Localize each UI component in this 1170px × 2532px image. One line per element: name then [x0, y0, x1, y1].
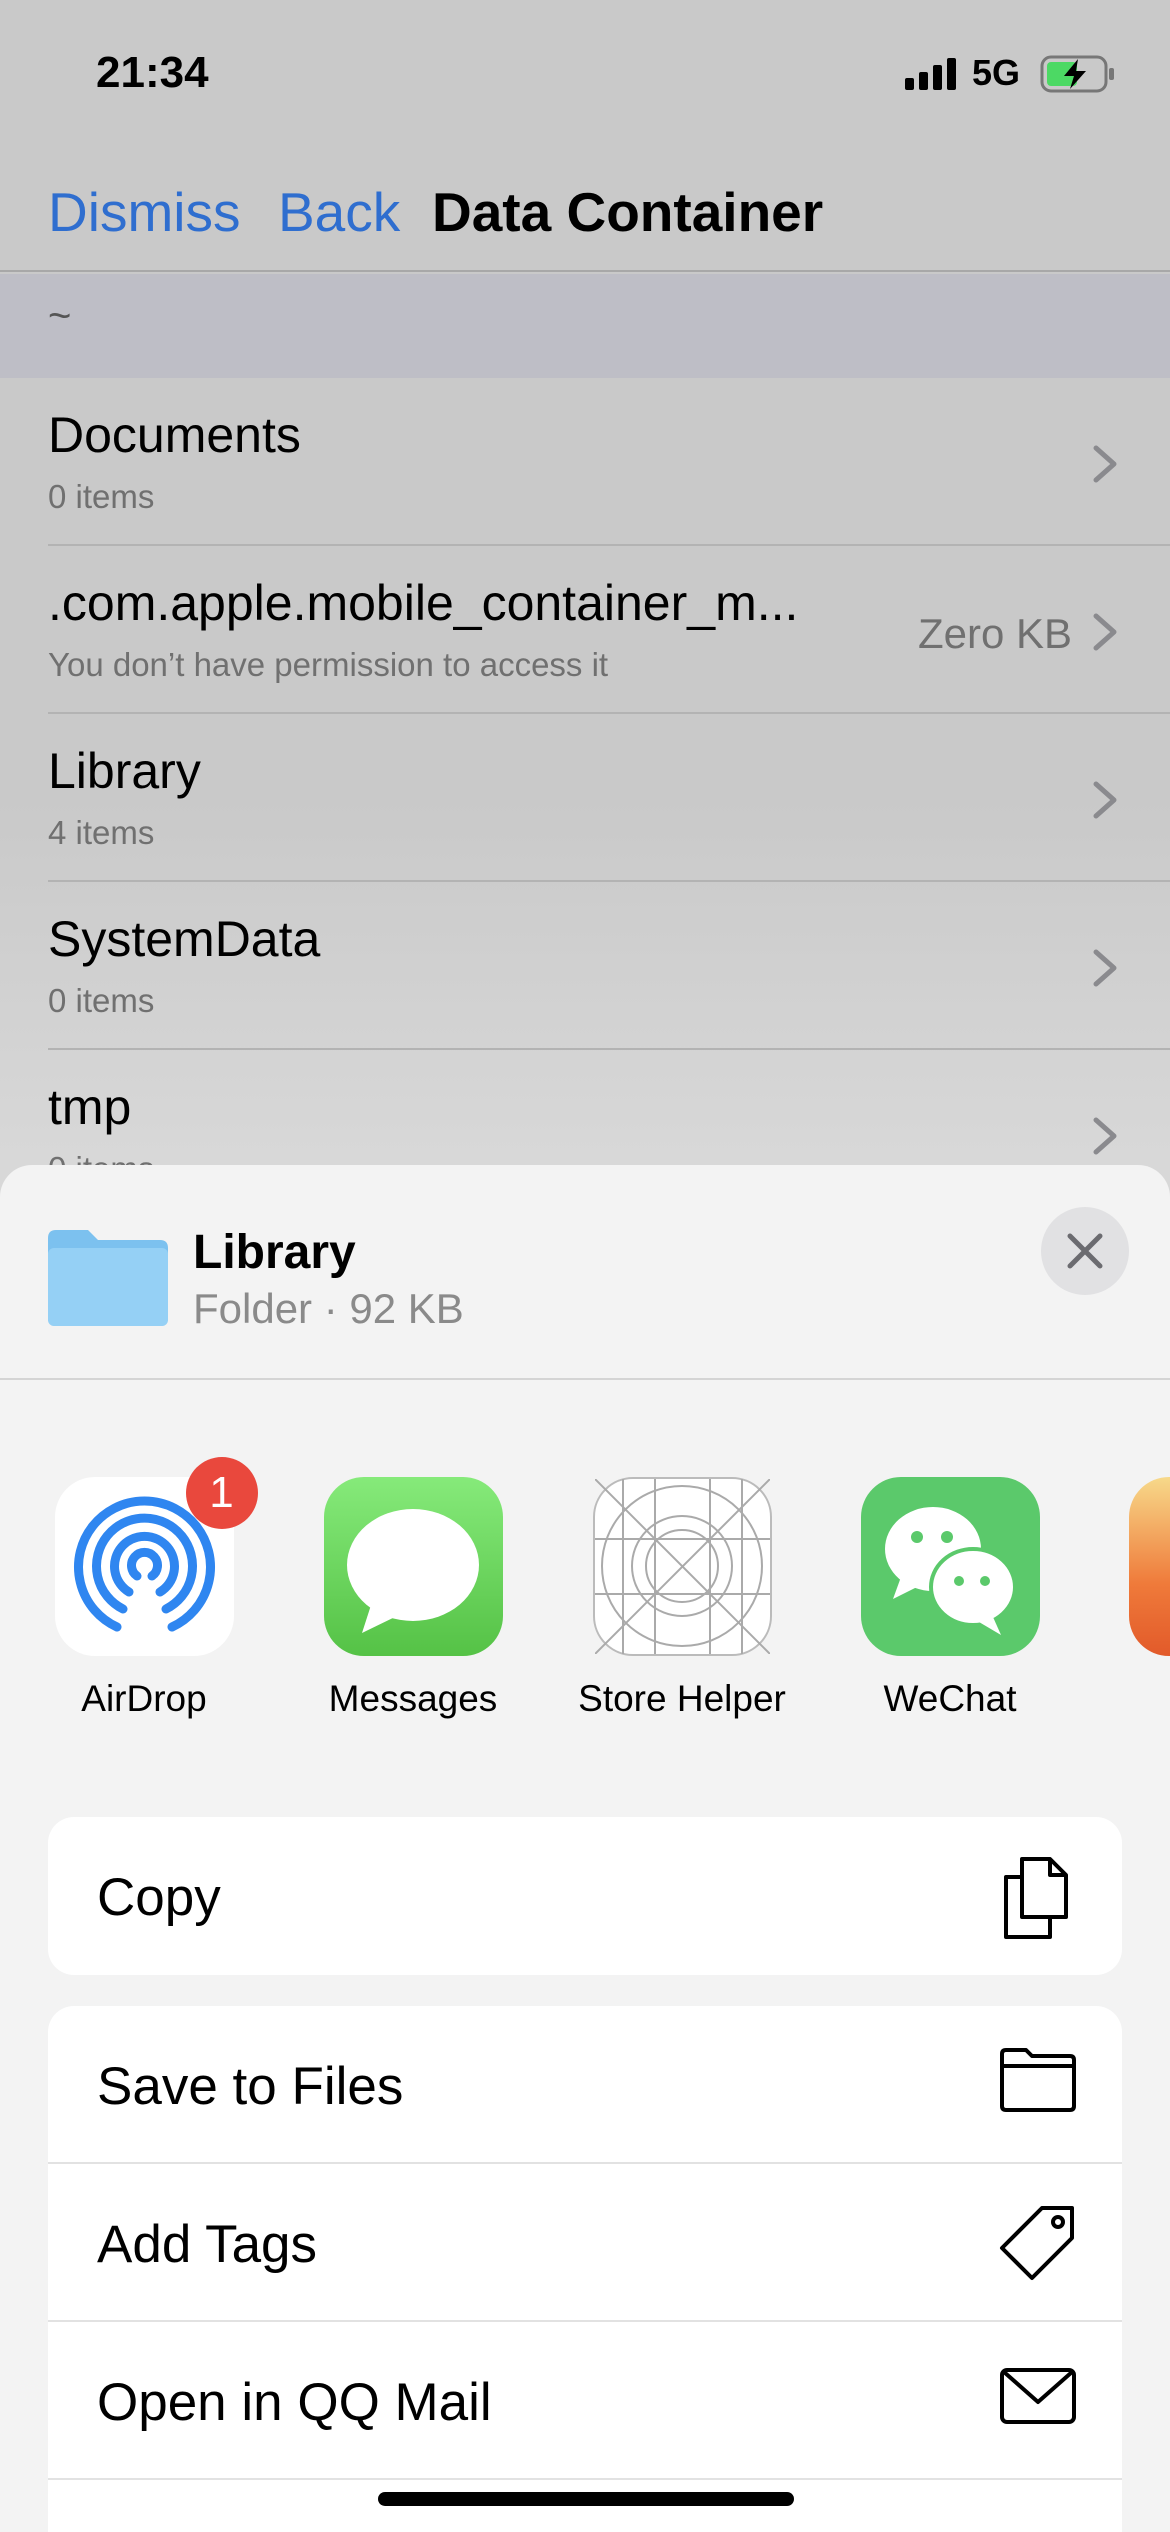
share-app-messages[interactable]: Messages	[293, 1477, 533, 1720]
app-label: Messages	[328, 1678, 498, 1719]
folder-icon	[1000, 2048, 1076, 2112]
share-app-store-helper[interactable]: Store Helper	[562, 1477, 802, 1720]
share-app-airdrop[interactable]: 1 AirDrop	[24, 1457, 264, 1720]
action-group-main: Save to Files Add Tags Open in QQ Mail	[48, 2006, 1122, 2532]
action-open-in-qq-mail[interactable]: Open in QQ Mail	[48, 2322, 1122, 2480]
share-sheet: Library Folder · 92 KB 1 AirDrop Message…	[0, 1165, 1170, 2532]
action-label: Save to Files	[97, 2057, 404, 2116]
folder-icon	[48, 1230, 168, 1326]
path-header: ~	[0, 274, 1170, 378]
file-row[interactable]: .com.apple.mobile_container_m... You don…	[0, 546, 1170, 714]
file-row[interactable]: SystemData 0 items	[0, 882, 1170, 1050]
chevron-right-icon	[1093, 949, 1117, 987]
battery-charging-icon	[1040, 55, 1114, 93]
airdrop-icon: 1	[54, 1457, 258, 1656]
clock: 21:34	[96, 48, 209, 97]
item-title: Library	[193, 1226, 356, 1279]
chevron-right-icon	[1093, 445, 1117, 483]
tag-icon	[1000, 2206, 1074, 2280]
share-sheet-header: Library Folder · 92 KB	[0, 1165, 1170, 1380]
share-app-wechat[interactable]: WeChat	[830, 1477, 1070, 1720]
action-copy[interactable]: Copy	[48, 1817, 1122, 1975]
action-group-copy: Copy	[48, 1817, 1122, 1975]
file-name: Documents	[48, 407, 301, 463]
action-more[interactable]	[48, 2480, 1122, 2532]
close-button[interactable]	[1041, 1207, 1129, 1295]
file-detail: 4 items	[48, 814, 155, 851]
mail-icon	[1000, 2368, 1076, 2424]
back-button[interactable]: Back	[278, 180, 400, 244]
network-type: 5G	[972, 52, 1021, 93]
notification-badge: 1	[185, 1457, 258, 1529]
file-detail: You don’t have permission to access it	[48, 646, 609, 683]
file-size: Zero KB	[917, 610, 1072, 657]
file-name: Library	[48, 743, 201, 799]
file-detail: 0 items	[48, 982, 155, 1019]
copy-icon	[1004, 1857, 1068, 1939]
action-save-to-files[interactable]: Save to Files	[48, 2006, 1122, 2164]
file-row[interactable]: Library 4 items	[0, 714, 1170, 882]
chevron-right-icon	[1093, 613, 1117, 651]
file-name: tmp	[48, 1079, 132, 1135]
home-indicator[interactable]	[378, 2492, 794, 2506]
app-label: W	[1098, 1678, 1170, 1720]
dismiss-button[interactable]: Dismiss	[48, 180, 240, 244]
wechat-icon	[860, 1477, 1040, 1656]
chevron-right-icon	[1093, 1117, 1117, 1155]
app-label: WeChat	[883, 1678, 1017, 1719]
action-label: Copy	[97, 1868, 221, 1927]
app-label: AirDrop	[81, 1678, 207, 1719]
messages-icon	[323, 1477, 503, 1656]
file-name: SystemData	[48, 911, 321, 967]
page-title: Data Container	[432, 181, 824, 243]
action-label: Open in QQ Mail	[97, 2373, 492, 2432]
placeholder-grid-icon	[592, 1477, 772, 1656]
chevron-right-icon	[1093, 781, 1117, 819]
app-icon	[1128, 1477, 1170, 1656]
close-icon	[1067, 1233, 1103, 1269]
status-bar: 21:34 5G	[0, 0, 1170, 140]
file-row[interactable]: Documents 0 items	[0, 378, 1170, 546]
file-detail: 0 items	[48, 478, 155, 515]
navigation-bar: Dismiss Back Data Container	[0, 160, 1170, 272]
action-add-tags[interactable]: Add Tags	[48, 2164, 1122, 2322]
file-name: .com.apple.mobile_container_m...	[48, 575, 799, 631]
signal-icon	[905, 58, 956, 90]
app-label: Store Helper	[578, 1678, 786, 1719]
share-app-partial[interactable]: W	[1098, 1477, 1170, 1720]
item-subtitle: Folder · 92 KB	[193, 1285, 464, 1332]
action-label: Add Tags	[97, 2215, 318, 2274]
